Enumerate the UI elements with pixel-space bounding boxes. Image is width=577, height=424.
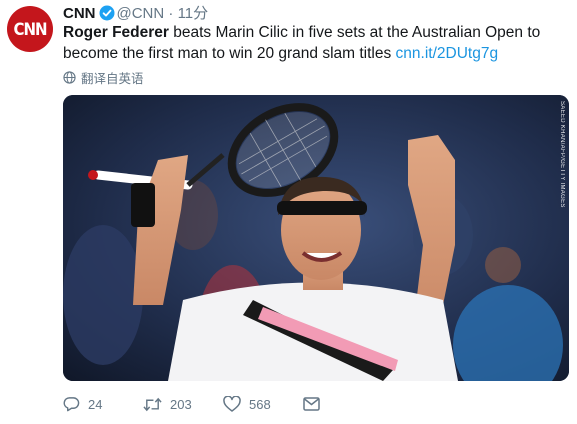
retweet-icon	[143, 397, 162, 411]
tweet-actions: 24 203 568	[63, 396, 320, 412]
reply-count: 24	[88, 396, 103, 412]
like-icon	[223, 396, 241, 412]
tweet-text-bold: Roger Federer	[63, 24, 169, 41]
author-name[interactable]: CNN	[63, 5, 96, 22]
like-count: 568	[249, 396, 271, 412]
photo-credit: SAEED KHAN/AFP/GETTY IMAGES	[559, 101, 565, 208]
translate-globe-icon	[63, 71, 76, 84]
header-separator: ·	[168, 5, 174, 22]
avatar[interactable]: CNN	[7, 6, 53, 52]
tweet-timestamp[interactable]: 11分	[178, 5, 209, 22]
cnn-logo: CNN	[13, 18, 47, 40]
retweet-button[interactable]: 203	[143, 397, 223, 412]
retweet-count: 203	[170, 396, 192, 412]
tweet-photo[interactable]: SAEED KHAN/AFP/GETTY IMAGES	[63, 95, 569, 381]
photo-illustration	[63, 95, 569, 381]
message-icon	[303, 397, 320, 411]
tweet-card: CNN CNN @CNN · 11分 Roger Federer beats Ma…	[0, 0, 577, 424]
tweet-text: Roger Federer beats Marin Cilic in five …	[63, 22, 568, 64]
translate-label: 翻译自英语	[81, 72, 144, 86]
like-button[interactable]: 568	[223, 396, 303, 412]
tweet-link[interactable]: cnn.it/2DUtg7g	[396, 45, 499, 62]
author-handle[interactable]: @CNN	[117, 5, 165, 22]
reply-button[interactable]: 24	[63, 396, 143, 412]
reply-icon	[63, 397, 80, 412]
translate-link[interactable]: 翻译自英语	[63, 68, 144, 87]
direct-message-button[interactable]	[303, 397, 320, 411]
